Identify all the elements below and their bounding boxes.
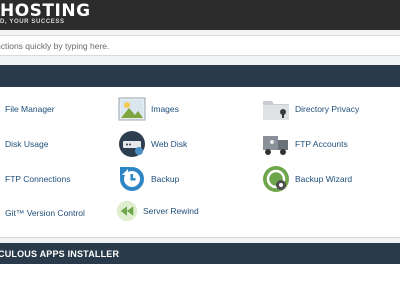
search-bar[interactable] xyxy=(0,35,400,56)
ftp-connections-label: FTP Connections xyxy=(5,174,71,184)
backup-wizard-link[interactable]: Backup Wizard xyxy=(262,165,352,193)
ftp-accounts-label: FTP Accounts xyxy=(295,139,348,149)
directory-privacy-link[interactable]: Directory Privacy xyxy=(262,95,359,123)
backup-link[interactable]: Backup xyxy=(118,165,179,193)
git-version-control-link[interactable]: Git™ Version Control xyxy=(0,199,85,227)
directory-privacy-icon xyxy=(262,95,290,123)
file-manager-label: File Manager xyxy=(5,104,55,114)
git-version-control-label: Git™ Version Control xyxy=(5,208,85,218)
ftp-connections-link[interactable]: FTP Connections xyxy=(0,165,71,193)
apps-installer-section-header[interactable]: CULOUS APPS INSTALLER xyxy=(0,243,400,265)
apps-installer-panel xyxy=(0,264,400,284)
brand-logo-text[interactable]: HOSTING xyxy=(0,2,91,20)
images-label: Images xyxy=(151,104,179,114)
top-bar: HOSTING D, YOUR SUCCESS xyxy=(0,0,400,30)
web-disk-icon xyxy=(118,130,146,158)
backup-wizard-icon xyxy=(262,165,290,193)
ftp-accounts-icon xyxy=(262,130,290,158)
backup-label: Backup xyxy=(151,174,180,184)
directory-privacy-label: Directory Privacy xyxy=(295,104,360,114)
backup-icon xyxy=(118,165,146,193)
brand-tagline: D, YOUR SUCCESS xyxy=(0,19,65,25)
file-manager-link[interactable]: File Manager xyxy=(0,95,55,123)
disk-usage-link[interactable]: Disk Usage xyxy=(0,130,48,158)
backup-wizard-label: Backup Wizard xyxy=(295,174,353,184)
server-rewind-label: Server Rewind xyxy=(143,206,199,216)
disk-usage-label: Disk Usage xyxy=(5,139,49,149)
server-rewind-link[interactable]: Server Rewind xyxy=(116,197,199,225)
web-disk-link[interactable]: Web Disk xyxy=(118,130,187,158)
images-icon xyxy=(118,95,146,123)
server-rewind-icon xyxy=(116,200,138,222)
files-section-header[interactable] xyxy=(0,65,400,87)
apps-installer-section-title: CULOUS APPS INSTALLER xyxy=(0,249,120,259)
files-panel: File Manager Images Directory Privacy Di… xyxy=(0,87,400,238)
search-input[interactable] xyxy=(0,36,400,56)
ftp-accounts-link[interactable]: FTP Accounts xyxy=(262,130,348,158)
web-disk-label: Web Disk xyxy=(151,139,188,149)
images-link[interactable]: Images xyxy=(118,95,179,123)
